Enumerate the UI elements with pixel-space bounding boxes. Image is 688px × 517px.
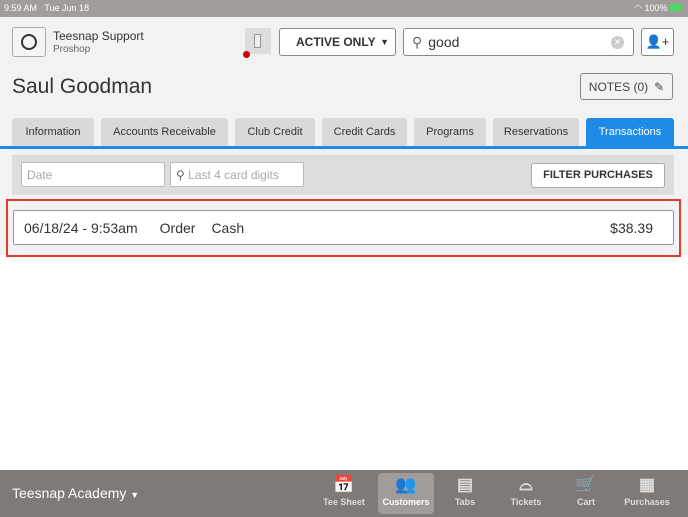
search-value: good bbox=[428, 34, 460, 50]
tab-underline bbox=[0, 146, 688, 149]
transaction-amount: $38.39 bbox=[610, 219, 653, 236]
battery-icon bbox=[670, 4, 682, 11]
tab-label: Club Credit bbox=[247, 126, 303, 138]
customer-search-input[interactable]: ⚲ good ✕ bbox=[403, 28, 634, 56]
customer-tabs: Information Accounts Receivable Club Cre… bbox=[12, 118, 674, 146]
tab-credit-cards[interactable]: Credit Cards bbox=[322, 118, 407, 146]
status-date: Tue Jun 18 bbox=[44, 3, 90, 13]
tab-club-credit[interactable]: Club Credit bbox=[235, 118, 315, 146]
chevron-down-icon: ▼ bbox=[380, 37, 389, 47]
wifi-icon: ◠ bbox=[634, 3, 642, 13]
add-customer-button[interactable]: 👤+ bbox=[641, 28, 674, 56]
active-filter-value: ACTIVE ONLY bbox=[296, 35, 376, 49]
location-name: Teesnap Academy bbox=[12, 485, 127, 501]
customer-name: Saul Goodman bbox=[12, 75, 153, 98]
bottom-bar: Teesnap Academy ▼ 📅 Tee Sheet 👥 Customers … bbox=[0, 470, 688, 517]
tab-label: Accounts Receivable bbox=[113, 126, 216, 138]
tab-label: Reservations bbox=[503, 126, 569, 138]
card-placeholder: Last 4 card digits bbox=[188, 168, 279, 182]
chevron-down-icon: ▼ bbox=[130, 490, 140, 500]
nav-cart[interactable]: 🛒 Cart bbox=[558, 473, 614, 514]
content-area bbox=[0, 255, 688, 470]
customers-icon: 👥 bbox=[395, 475, 417, 494]
add-user-icon: 👤+ bbox=[645, 34, 670, 49]
status-bar: 9:59 AM Tue Jun 18 ◠ 100% bbox=[0, 0, 688, 17]
tab-label: Credit Cards bbox=[333, 126, 396, 138]
search-icon: ⚲ bbox=[412, 33, 423, 50]
date-placeholder: Date bbox=[27, 168, 53, 182]
tab-programs[interactable]: Programs bbox=[414, 118, 486, 146]
user-role: Proshop bbox=[53, 44, 91, 55]
drawer-icon bbox=[254, 34, 261, 48]
user-profile-button[interactable] bbox=[12, 27, 46, 57]
status-time: 9:59 AM bbox=[4, 3, 38, 13]
tab-reservations[interactable]: Reservations bbox=[493, 118, 579, 146]
nav-tickets[interactable]: ⌓ Tickets bbox=[498, 473, 554, 514]
nav-label: Cart bbox=[576, 497, 595, 507]
nav-label: Customers bbox=[382, 497, 430, 507]
cart-icon: 🛒 bbox=[575, 475, 597, 494]
nav-label: Tabs bbox=[454, 497, 476, 507]
pencil-icon: ✎ bbox=[654, 79, 665, 94]
drawer-status-dot bbox=[243, 51, 250, 58]
search-icon: ⚲ bbox=[176, 168, 185, 182]
card-digits-input[interactable]: ⚲ Last 4 card digits bbox=[170, 162, 304, 187]
filter-purchases-button[interactable]: FILTER PURCHASES bbox=[531, 163, 665, 188]
tab-transactions[interactable]: Transactions bbox=[586, 118, 674, 146]
filter-bar: Date ⚲ Last 4 card digits FILTER PURCHAS… bbox=[12, 155, 674, 195]
clear-search-icon[interactable]: ✕ bbox=[611, 36, 624, 49]
notes-button[interactable]: NOTES (0) ✎ bbox=[580, 73, 673, 100]
nav-tee-sheet[interactable]: 📅 Tee Sheet bbox=[316, 473, 372, 514]
active-filter-select[interactable]: ACTIVE ONLY ▼ bbox=[279, 28, 396, 56]
nav-label: Tickets bbox=[510, 497, 542, 507]
transaction-method: Cash bbox=[211, 219, 245, 236]
notes-label: NOTES (0) bbox=[588, 79, 649, 94]
tab-information[interactable]: Information bbox=[12, 118, 94, 146]
nav-customers[interactable]: 👥 Customers bbox=[378, 473, 434, 514]
location-select[interactable]: Teesnap Academy ▼ bbox=[12, 485, 139, 501]
user-name: Teesnap Support bbox=[53, 29, 144, 43]
cash-drawer-button[interactable] bbox=[245, 28, 271, 54]
user-icon bbox=[21, 34, 37, 50]
tabs-icon: ▤ bbox=[456, 475, 474, 494]
tab-label: Transactions bbox=[598, 126, 662, 138]
battery-level: 100% bbox=[644, 3, 668, 13]
nav-label: Purchases bbox=[624, 497, 670, 507]
tab-label: Programs bbox=[426, 126, 474, 138]
nav-tabs[interactable]: ▤ Tabs bbox=[437, 473, 493, 514]
tab-label: Information bbox=[25, 126, 81, 138]
transaction-row[interactable]: 06/18/24 - 9:53am Order Cash $38.39 bbox=[13, 210, 674, 245]
nav-purchases[interactable]: ▦ Purchases bbox=[616, 473, 678, 514]
register-icon: ▦ bbox=[638, 475, 656, 494]
date-input[interactable]: Date bbox=[21, 162, 165, 187]
bell-icon: ⌓ bbox=[519, 475, 533, 494]
tab-accounts-receivable[interactable]: Accounts Receivable bbox=[101, 118, 228, 146]
calendar-icon: 📅 bbox=[333, 475, 355, 494]
transaction-datetime: 06/18/24 - 9:53am bbox=[24, 219, 138, 236]
nav-label: Tee Sheet bbox=[323, 497, 365, 507]
transaction-type: Order bbox=[159, 219, 196, 236]
